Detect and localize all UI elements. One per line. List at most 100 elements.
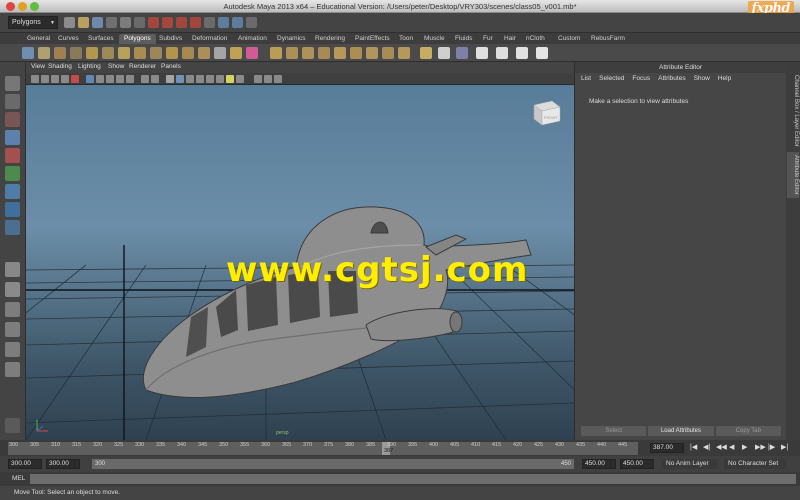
snap-curve-icon[interactable] (162, 17, 173, 28)
shelf-tab-fluids[interactable]: Fluids (450, 34, 477, 44)
shelf-tab-dynamics[interactable]: Dynamics (272, 34, 311, 44)
wireframe-icon[interactable] (166, 75, 174, 83)
gate-mask-icon[interactable] (116, 75, 124, 83)
snap-plane-icon[interactable] (190, 17, 201, 28)
poly-plane-icon[interactable] (86, 47, 98, 59)
shelf-tab-fur[interactable]: Fur (478, 34, 498, 44)
uv-spherical-icon[interactable] (456, 47, 468, 59)
animation-start-field[interactable]: 300.00 (8, 459, 42, 469)
film-gate-icon[interactable] (96, 75, 104, 83)
panel-menu-show[interactable]: Show (108, 63, 124, 70)
shelf-tab-rebusfarm[interactable]: RebusFarm (586, 34, 630, 44)
play-backwards-icon[interactable]: ◀ (729, 443, 737, 452)
show-manipulator-icon[interactable] (5, 220, 20, 235)
grid-toggle-icon[interactable] (86, 75, 94, 83)
image-plane-icon[interactable] (61, 75, 69, 83)
bridge-icon[interactable] (246, 47, 258, 59)
textured-icon[interactable] (196, 75, 204, 83)
four-view-layout-icon[interactable] (5, 282, 20, 297)
go-to-end-icon[interactable]: ▶| (781, 443, 789, 452)
append-polygon-icon[interactable] (270, 47, 282, 59)
safe-title-icon[interactable] (151, 75, 159, 83)
wireframe-on-shaded-icon[interactable] (186, 75, 194, 83)
shelf-tab-custom[interactable]: Custom (553, 34, 585, 44)
shelf-tab-surfaces[interactable]: Surfaces (83, 34, 119, 44)
tool-settings-icon[interactable] (5, 418, 20, 433)
menu-set-dropdown[interactable]: Polygons ▼ (8, 16, 58, 29)
panel-menu-renderer[interactable]: Renderer (129, 63, 156, 70)
ae-menu-list[interactable]: List (581, 73, 591, 84)
shelf-tab-muscle[interactable]: Muscle (419, 34, 450, 44)
bookmarks-icon[interactable] (51, 75, 59, 83)
shelf-tab-subdivs[interactable]: Subdivs (154, 34, 187, 44)
poke-icon[interactable] (366, 47, 378, 59)
prev-key-icon[interactable]: ◀◀ (716, 443, 727, 452)
step-forward-icon[interactable]: |▶ (768, 443, 776, 452)
range-slider[interactable]: 300 450 (92, 459, 574, 469)
panel-menu-panels[interactable]: Panels (161, 63, 181, 70)
shelf-tab-deformation[interactable]: Deformation (187, 34, 232, 44)
mirror-geometry-icon[interactable] (214, 47, 226, 59)
poly-sphere-icon[interactable] (22, 47, 34, 59)
shelf-tab-animation[interactable]: Animation (233, 34, 272, 44)
uv-unfold-icon[interactable] (516, 47, 528, 59)
go-to-start-icon[interactable]: |◀ (690, 443, 698, 452)
smooth-icon[interactable] (166, 47, 178, 59)
select-object-icon[interactable] (120, 17, 131, 28)
soft-mod-tool-icon[interactable] (5, 202, 20, 217)
playback-start-field[interactable]: 300.00 (46, 459, 80, 469)
snap-point-icon[interactable] (176, 17, 187, 28)
shadows-icon[interactable] (216, 75, 224, 83)
uv-editor-icon[interactable] (536, 47, 548, 59)
load-attributes-button[interactable]: Load Attributes (648, 426, 714, 436)
uv-cylindrical-icon[interactable] (438, 47, 450, 59)
new-scene-icon[interactable] (64, 17, 75, 28)
save-scene-icon[interactable] (92, 17, 103, 28)
snap-grid-icon[interactable] (148, 17, 159, 28)
play-forwards-icon[interactable]: ▶ (742, 443, 750, 452)
ae-menu-selected[interactable]: Selected (599, 73, 624, 84)
move-tool-icon[interactable] (5, 130, 20, 145)
poly-torus-icon[interactable] (102, 47, 114, 59)
universal-manipulator-icon[interactable] (5, 184, 20, 199)
boolean-difference-icon[interactable] (198, 47, 210, 59)
animation-end-field[interactable]: 450.00 (620, 459, 654, 469)
history-icon[interactable] (204, 17, 215, 28)
select-hierarchy-icon[interactable] (106, 17, 117, 28)
mel-label[interactable]: MEL (12, 475, 25, 482)
single-perspective-layout-icon[interactable] (5, 262, 20, 277)
persp-graph-layout-icon[interactable] (5, 322, 20, 337)
wedge-icon[interactable] (382, 47, 394, 59)
uv-planar-icon[interactable] (420, 47, 432, 59)
safe-action-icon[interactable] (141, 75, 149, 83)
shelf-tab-ncloth[interactable]: nCloth (521, 34, 550, 44)
use-all-lights-icon[interactable] (206, 75, 214, 83)
xray-icon[interactable] (236, 75, 244, 83)
shelf-tab-toon[interactable]: Toon (394, 34, 418, 44)
shelf-tab-rendering[interactable]: Rendering (310, 34, 350, 44)
merge-vertices-icon[interactable] (334, 47, 346, 59)
shelf-tab-hair[interactable]: Hair (499, 34, 521, 44)
shelf-tab-curves[interactable]: Curves (53, 34, 84, 44)
character-set-dropdown[interactable]: No Character Set (724, 459, 786, 469)
side-tab-channel-box[interactable]: Channel Box / Layer Editor (787, 72, 799, 150)
poly-cone-icon[interactable] (70, 47, 82, 59)
view-cube[interactable]: FRONT (530, 97, 564, 127)
helicopter-model[interactable] (142, 206, 532, 398)
hypershade-layout-icon[interactable] (5, 342, 20, 357)
panel-menu-shading[interactable]: Shading (48, 63, 72, 70)
time-slider-track[interactable]: 387 300 305 310 315 320 325 330 335 340 345 350 355… (8, 442, 638, 455)
extrude-icon[interactable] (230, 47, 242, 59)
ae-menu-help[interactable]: Help (718, 73, 731, 84)
render-frame-icon[interactable] (218, 17, 229, 28)
step-back-icon[interactable]: ◀| (703, 443, 711, 452)
shelf-tab-general[interactable]: General (22, 34, 55, 44)
ae-menu-focus[interactable]: Focus (632, 73, 650, 84)
rotate-tool-icon[interactable] (5, 148, 20, 163)
resolution-gate-icon[interactable] (106, 75, 114, 83)
perspective-viewport[interactable]: FRONT www.cgtsj.com persp (26, 85, 574, 440)
camera-attributes-icon[interactable] (41, 75, 49, 83)
offset-edge-loop-icon[interactable] (318, 47, 330, 59)
bevel-icon[interactable] (350, 47, 362, 59)
mel-input[interactable] (30, 474, 796, 484)
